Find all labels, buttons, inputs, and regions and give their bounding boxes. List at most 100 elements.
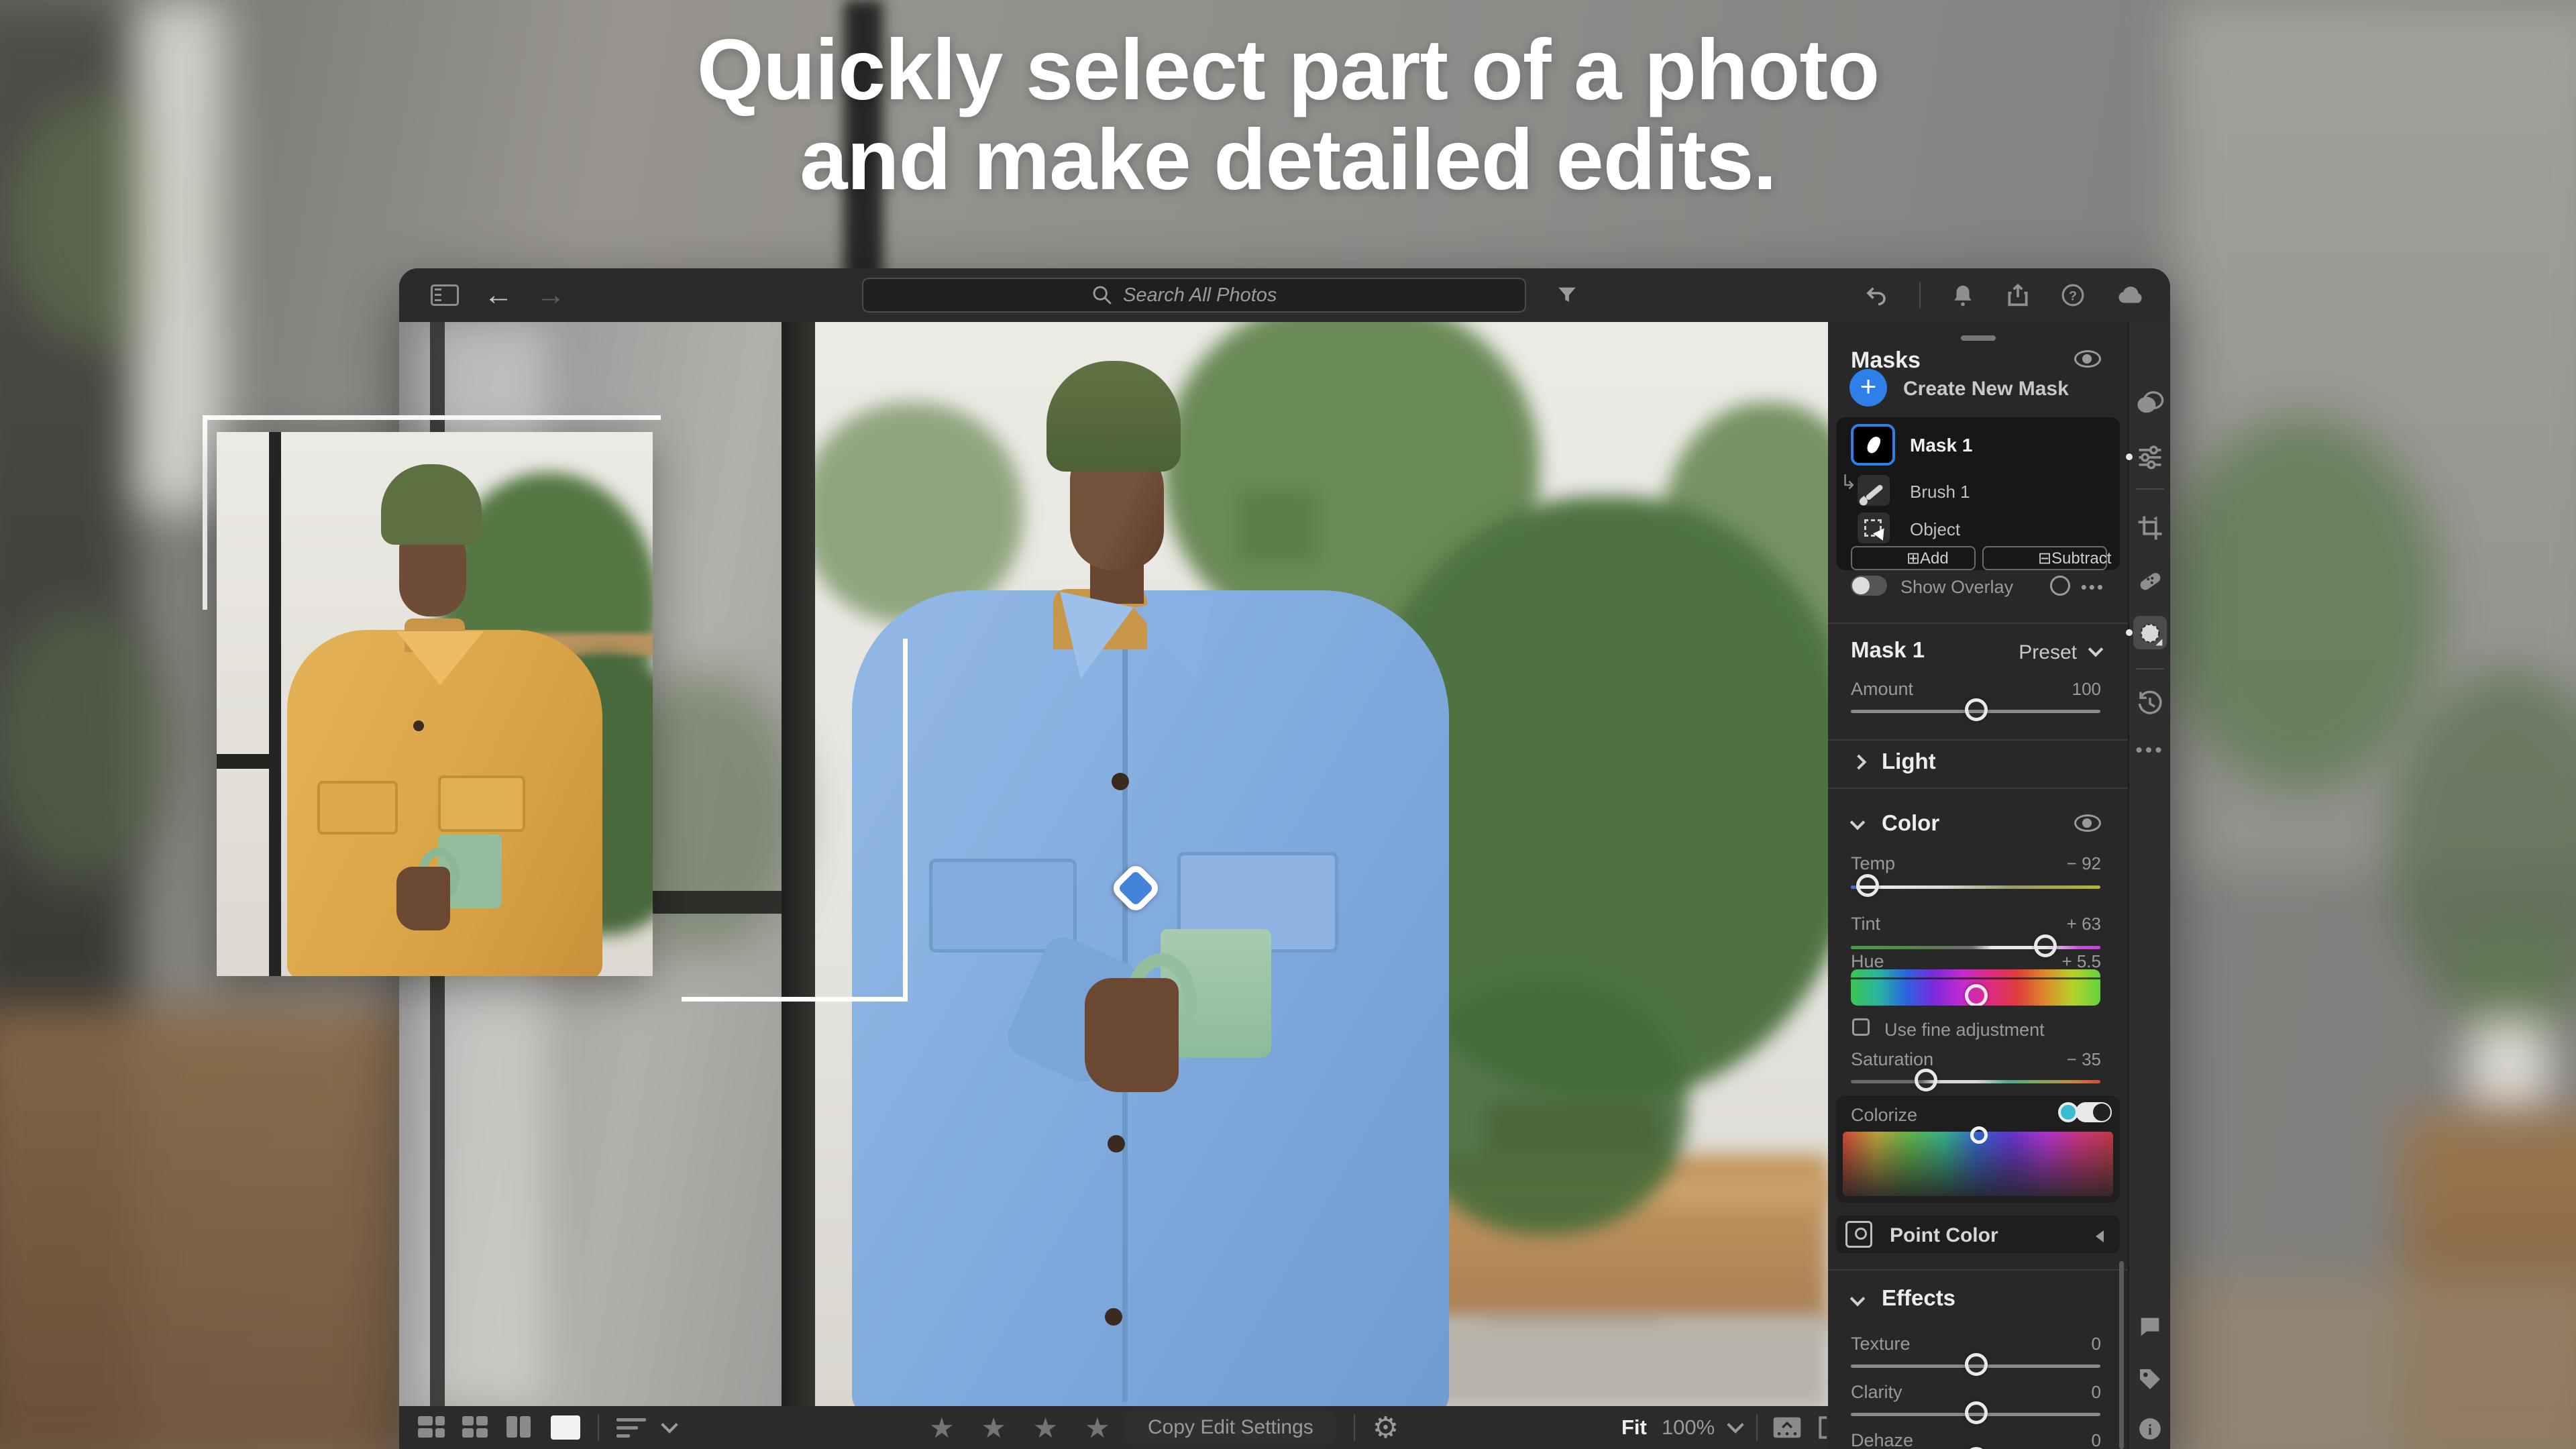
color-section-header[interactable]: Color [1882, 810, 1939, 836]
decor-frame-top [203, 415, 661, 420]
history-icon[interactable] [2129, 690, 2170, 718]
notifications-bell-icon[interactable] [1950, 282, 1976, 308]
colorize-card: Colorize [1836, 1095, 2120, 1203]
create-new-mask-label[interactable]: Create New Mask [1903, 378, 2069, 400]
view-masonry-icon[interactable] [418, 1416, 445, 1439]
texture-slider[interactable] [1851, 1364, 2100, 1368]
masking-icon[interactable] [2129, 620, 2170, 647]
settings-gear-icon[interactable]: ⚙ [1373, 1411, 1399, 1445]
help-icon[interactable]: ? [2060, 282, 2086, 308]
view-grid-icon[interactable] [462, 1416, 489, 1439]
amount-slider[interactable] [1851, 710, 2100, 713]
create-new-mask-button[interactable]: + [1849, 369, 1887, 407]
colorize-label: Colorize [1851, 1105, 1917, 1126]
effects-chevron-icon[interactable] [1850, 1291, 1866, 1307]
decor-frame-bottom [682, 997, 908, 1002]
copy-edit-settings-button[interactable]: Copy Edit Settings [1125, 1411, 1336, 1444]
hue-slider[interactable] [1851, 969, 2100, 1006]
saturation-slider-thumb[interactable] [1915, 1069, 1937, 1091]
back-arrow-icon[interactable]: ← [478, 268, 519, 322]
texture-slider-thumb[interactable] [1965, 1353, 1988, 1376]
mask1-label[interactable]: Mask 1 [1910, 435, 1972, 456]
decor-frame-right [903, 639, 908, 1002]
sort-icon[interactable] [616, 1418, 646, 1438]
before-photo-thumbnail [217, 432, 653, 976]
panel-scrollbar[interactable] [2119, 1261, 2124, 1449]
crop-icon[interactable] [2129, 514, 2170, 542]
overlay-color-circle-icon[interactable] [2050, 576, 2070, 596]
search-bar[interactable] [862, 278, 1526, 313]
preset-chevron-icon[interactable] [2088, 642, 2104, 657]
view-detail-icon[interactable] [551, 1415, 580, 1440]
chevron-down-icon[interactable] [661, 1416, 678, 1433]
clarity-slider-thumb[interactable] [1965, 1401, 1988, 1424]
subtract-mask-button[interactable]: ⊟ Subtract [1982, 546, 2107, 570]
temp-slider-thumb[interactable] [1856, 874, 1879, 897]
decor-frame-left [203, 415, 207, 610]
overlay-more-icon[interactable]: ••• [2081, 577, 2105, 598]
hue-slider-thumb[interactable] [1965, 984, 1988, 1006]
color-visibility-eye-icon[interactable] [2074, 814, 2101, 832]
green-beanie [1046, 361, 1181, 472]
info-icon[interactable]: i [2129, 1415, 2170, 1442]
tint-slider-thumb[interactable] [2034, 934, 2057, 957]
edit-sliders-icon[interactable] [2129, 441, 2170, 471]
green-beanie [381, 464, 482, 545]
light-section-header[interactable]: Light [1882, 749, 1936, 774]
fine-adjustment-label: Use fine adjustment [1884, 1020, 2045, 1040]
saturation-slider[interactable] [1851, 1080, 2100, 1083]
panel-toggle-icon[interactable] [426, 268, 464, 322]
object-label[interactable]: Object [1910, 519, 1960, 540]
healing-icon[interactable] [2129, 566, 2170, 596]
clarity-label: Clarity [1851, 1382, 1902, 1403]
clarity-slider[interactable] [1851, 1413, 2100, 1416]
masks-panel: Masks + Create New Mask Mask 1 ↳ Brush 1… [1828, 322, 2128, 1449]
point-color-expand-icon[interactable] [2096, 1230, 2104, 1242]
zoom-level[interactable]: 100% [1662, 1415, 1715, 1440]
colorize-color-field[interactable] [1843, 1132, 2113, 1196]
preset-dropdown[interactable]: Preset [2019, 641, 2077, 664]
object-thumbnail[interactable] [1858, 513, 1890, 543]
light-chevron-icon[interactable] [1851, 755, 1867, 770]
colorize-field-selector[interactable] [1970, 1126, 1988, 1144]
filmstrip-toggle-icon[interactable] [1772, 1416, 1802, 1439]
point-color-label: Point Color [1890, 1224, 1998, 1247]
brush-thumbnail[interactable] [1858, 475, 1890, 506]
undo-icon[interactable] [1863, 283, 1890, 307]
cloud-sync-icon[interactable] [2115, 282, 2146, 308]
brush-label[interactable]: Brush 1 [1910, 482, 1970, 502]
masks-visibility-eye-icon[interactable] [2074, 350, 2101, 368]
tint-slider[interactable] [1851, 946, 2100, 949]
search-input[interactable] [1123, 284, 1297, 307]
more-tools-icon[interactable]: ••• [2129, 739, 2170, 762]
temp-slider[interactable] [1851, 885, 2100, 889]
filter-icon[interactable] [1550, 268, 1584, 322]
share-icon[interactable] [2005, 282, 2031, 308]
fit-button[interactable]: Fit [1621, 1415, 1647, 1440]
color-chevron-icon[interactable] [1850, 815, 1866, 830]
fine-adjustment-checkbox[interactable] [1852, 1018, 1870, 1036]
saturation-label: Saturation [1851, 1049, 1933, 1070]
mask1-thumbnail[interactable] [1851, 424, 1895, 466]
keywords-tag-icon[interactable] [2129, 1366, 2170, 1393]
presets-icon[interactable] [2129, 389, 2170, 416]
point-color-card[interactable]: Point Color [1836, 1216, 2120, 1253]
amount-slider-thumb[interactable] [1965, 698, 1988, 721]
zoom-chevron-icon[interactable] [1727, 1416, 1743, 1433]
add-mask-button[interactable]: ⊞ Add [1851, 546, 1976, 570]
toolbar-divider [1354, 1414, 1355, 1441]
amount-value: 100 [2072, 679, 2101, 700]
effects-section-header[interactable]: Effects [1882, 1285, 1955, 1311]
marketing-screenshot: { "hero": { "headline_line1": "Quickly s… [0, 0, 2576, 1449]
texture-label: Texture [1851, 1334, 1911, 1354]
show-overlay-toggle[interactable] [1851, 576, 1887, 596]
colorize-toggle[interactable] [2076, 1102, 2112, 1122]
panel-drag-handle[interactable] [1961, 335, 1996, 341]
svg-text:?: ? [2069, 288, 2077, 303]
view-columns-icon[interactable] [506, 1416, 533, 1439]
window-frame-bar [269, 432, 281, 976]
rail-divider [2136, 488, 2164, 490]
hero-headline: Quickly select part of a photo and make … [0, 25, 2576, 205]
search-icon [1091, 284, 1114, 307]
comments-icon[interactable] [2129, 1313, 2170, 1340]
